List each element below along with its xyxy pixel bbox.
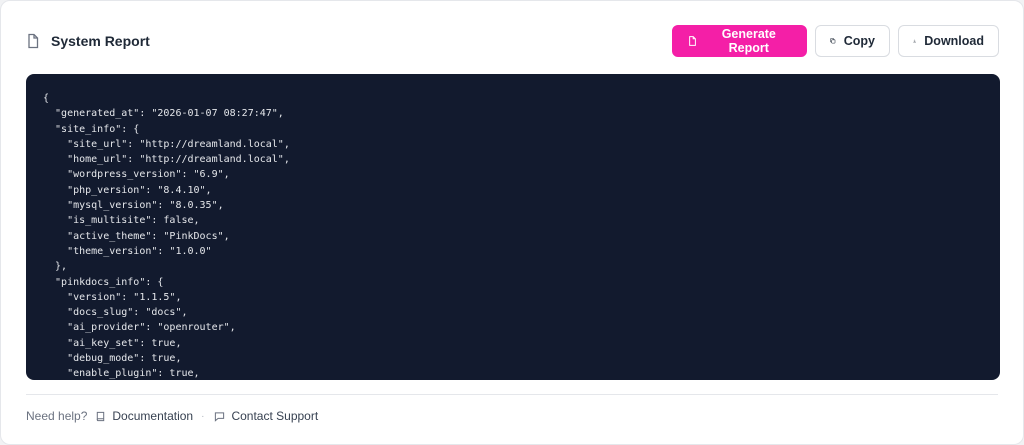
book-icon [97,411,105,421]
footer-divider [26,394,998,395]
page-title: System Report [51,33,150,49]
system-report-card: System Report Generate Report Copy Downl… [0,0,1024,445]
contact-support-link[interactable]: Contact Support [214,409,318,423]
documentation-link[interactable]: Documentation [95,409,193,423]
help-text: Need help? [26,409,88,423]
document-icon [689,36,696,46]
download-button[interactable]: Download [898,25,999,57]
document-icon [28,33,39,49]
generate-report-label: Generate Report [721,27,776,55]
title-group: System Report [25,33,150,49]
chat-bubble-icon [215,411,225,422]
report-code-block[interactable]: { "generated_at": "2026-01-07 08:27:47",… [26,74,1000,380]
footer-separator: · [201,410,205,422]
documentation-label: Documentation [112,409,194,423]
report-json-text: { "generated_at": "2026-01-07 08:27:47",… [43,93,290,380]
help-footer: Need help? Documentation · Contact Suppo… [26,409,318,423]
download-icon [913,39,917,43]
action-buttons: Generate Report Copy Download [672,25,999,57]
report-header: System Report Generate Report Copy Downl… [25,25,999,57]
generate-report-button[interactable]: Generate Report [672,25,807,57]
contact-support-label: Contact Support [231,409,319,423]
copy-button[interactable]: Copy [815,25,890,57]
download-label: Download [924,34,984,48]
copy-icon [830,38,836,44]
copy-label: Copy [843,34,875,48]
